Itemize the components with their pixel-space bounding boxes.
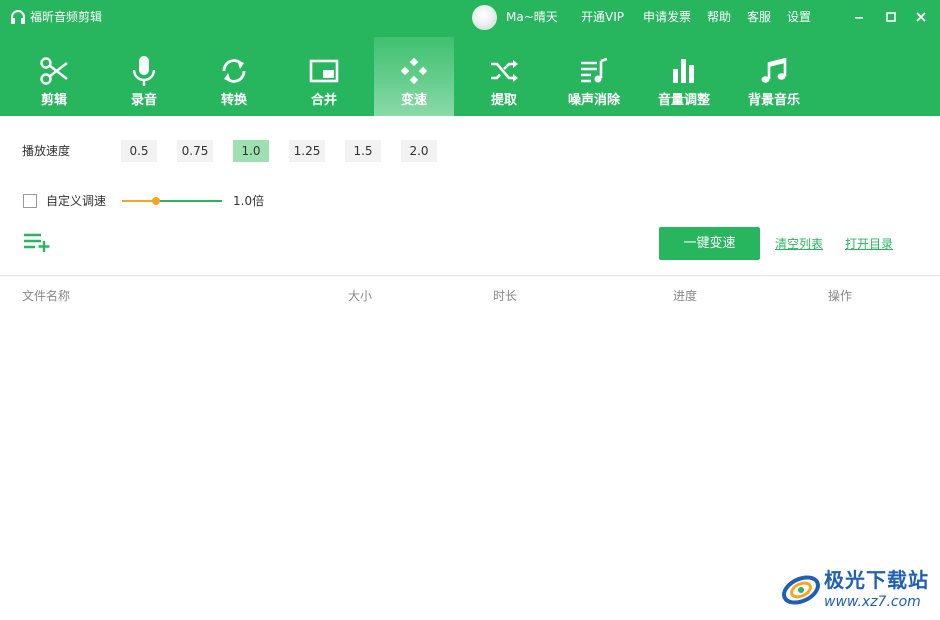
support-link[interactable]: 客服	[747, 10, 771, 24]
watermark-text: 极光下载站	[824, 568, 929, 592]
avatar[interactable]	[472, 5, 497, 30]
add-files-icon[interactable]	[24, 232, 52, 252]
tool-volume[interactable]: 音量调整	[644, 37, 724, 116]
watermark-logo-icon	[782, 575, 820, 605]
headphones-logo-icon	[11, 10, 25, 24]
watermark-url: www.xz7.com	[824, 594, 921, 610]
tool-label: 背景音乐	[747, 93, 800, 108]
one-click-speed-button[interactable]: 一键变速	[659, 227, 760, 260]
custom-speed-value: 1.0倍	[233, 194, 265, 208]
open-vip-link[interactable]: 开通VIP	[581, 10, 624, 24]
column-header-filename: 文件名称	[22, 289, 71, 303]
music-note-icon	[761, 58, 787, 83]
tool-label: 录音	[130, 93, 157, 108]
column-header-actions: 操作	[828, 289, 853, 303]
tool-record[interactable]: 录音	[104, 37, 184, 116]
tool-label: 转换	[220, 93, 247, 108]
speed-option-0.5[interactable]: 0.5	[121, 140, 157, 162]
tool-noise-removal[interactable]: 噪声消除	[554, 37, 634, 116]
slider-track-rest	[156, 200, 222, 202]
microphone-icon	[132, 56, 156, 86]
watermark: 极光下载站 www.xz7.com	[780, 566, 930, 614]
tool-label: 音量调整	[657, 93, 710, 108]
tool-extract[interactable]: 提取	[464, 37, 544, 116]
tool-label: 噪声消除	[567, 93, 620, 108]
close-icon[interactable]	[913, 9, 929, 25]
open-directory-link[interactable]: 打开目录	[845, 237, 893, 251]
slider-thumb[interactable]	[152, 197, 160, 205]
maximize-icon[interactable]	[883, 9, 899, 25]
custom-speed-label: 自定义调速	[46, 194, 107, 208]
clear-list-link[interactable]: 清空列表	[775, 237, 823, 251]
noise-icon	[581, 57, 608, 83]
divider	[0, 275, 940, 276]
column-header-duration: 时长	[493, 289, 518, 303]
help-link[interactable]: 帮助	[707, 10, 731, 24]
playback-speed-label: 播放速度	[22, 144, 71, 158]
tool-convert[interactable]: 转换	[194, 37, 274, 116]
shuffle-icon	[491, 60, 518, 82]
tool-label: 变速	[400, 93, 427, 108]
speed-option-1.0[interactable]: 1.0	[233, 140, 269, 162]
tool-merge[interactable]: 合并	[284, 37, 364, 116]
speed-option-2.0[interactable]: 2.0	[401, 140, 437, 162]
convert-icon	[222, 59, 246, 83]
tool-speed[interactable]: 变速	[374, 37, 454, 116]
username[interactable]: Ma~晴天	[506, 10, 558, 24]
speed-option-1.5[interactable]: 1.5	[345, 140, 381, 162]
scissors-icon	[40, 57, 68, 85]
tool-cut[interactable]: 剪辑	[14, 37, 94, 116]
app-title: 福昕音频剪辑	[30, 10, 103, 24]
title-bar: 福昕音频剪辑 Ma~晴天 开通VIP 申请发票 帮助 客服 设置	[0, 0, 940, 34]
invoice-link[interactable]: 申请发票	[643, 10, 691, 24]
slider-track-filled	[122, 200, 156, 202]
settings-link[interactable]: 设置	[787, 10, 811, 24]
volume-bars-icon	[673, 59, 694, 83]
minimize-icon[interactable]	[851, 9, 867, 25]
column-header-progress: 进度	[673, 289, 698, 303]
app-header: 福昕音频剪辑 Ma~晴天 开通VIP 申请发票 帮助 客服 设置 剪辑 录音 转…	[0, 0, 940, 116]
tool-label: 剪辑	[40, 93, 67, 108]
column-header-size: 大小	[348, 289, 373, 303]
speed-option-0.75[interactable]: 0.75	[177, 140, 213, 162]
speed-slider[interactable]	[122, 195, 222, 207]
tool-label: 合并	[310, 93, 337, 108]
custom-speed-checkbox[interactable]	[23, 194, 37, 208]
speed-option-1.25[interactable]: 1.25	[289, 140, 325, 162]
merge-icon	[309, 59, 339, 83]
tool-label: 提取	[490, 93, 517, 108]
tool-background-music[interactable]: 背景音乐	[734, 37, 814, 116]
gamepad-icon	[400, 57, 428, 85]
